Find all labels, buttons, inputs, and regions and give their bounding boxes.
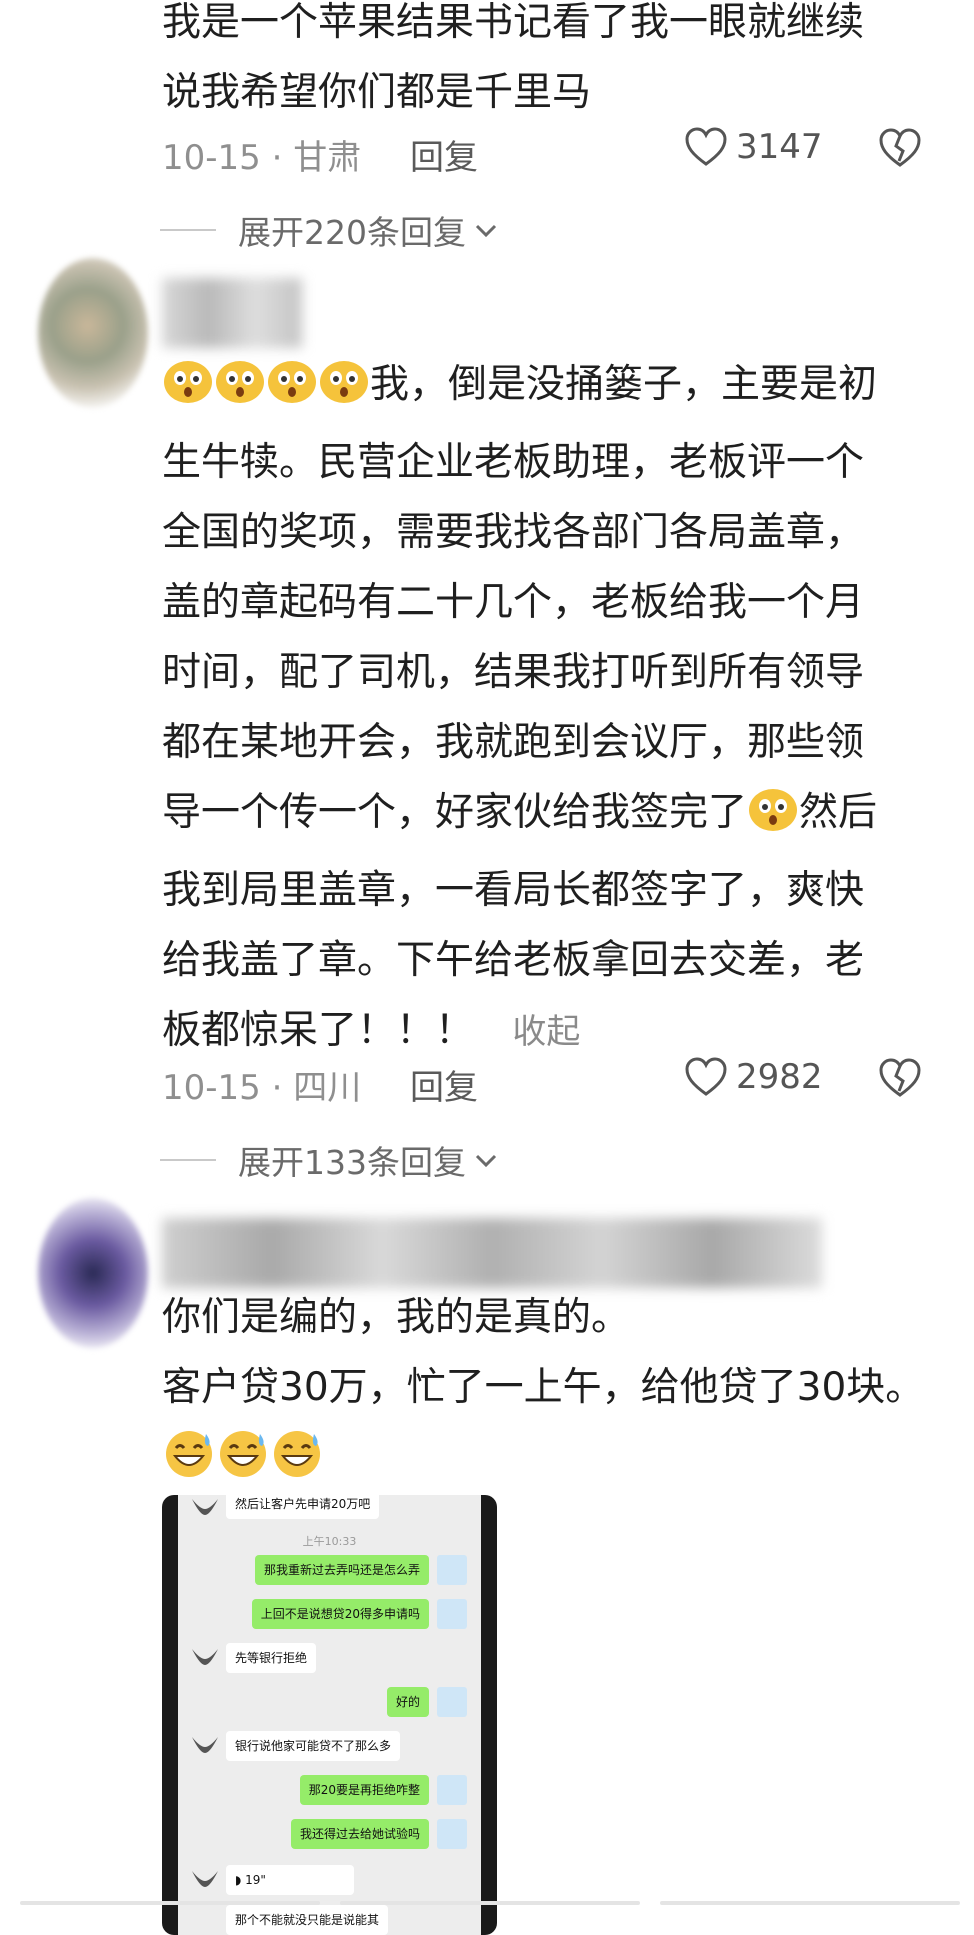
- meta-dot: ·: [271, 138, 283, 178]
- chevron-down-icon: [475, 1154, 497, 1168]
- collapse-button[interactable]: 收起: [512, 1012, 580, 1052]
- heart-outline-icon: [685, 127, 727, 166]
- divider: [160, 229, 216, 231]
- comment-2-expand-replies[interactable]: 展开133条回复: [160, 1136, 500, 1184]
- broken-heart-icon: [879, 1058, 921, 1097]
- comment-2-line-3: 全国的奖项，需要我找各部门各局盖章，: [162, 510, 865, 555]
- meta-dot: ·: [271, 1068, 283, 1108]
- comment-2-expand-label: 展开133条回复: [238, 1143, 466, 1182]
- user-avatar: [437, 1819, 467, 1849]
- chat-message-sent: 上回不是说想贷20得多申请吗: [251, 1599, 429, 1629]
- chat-message-received: 银行说他家可能贷不了那么多: [226, 1731, 401, 1761]
- comment-1-meta: 10-15 · 甘肃: [162, 130, 361, 179]
- voice-icon: ◗: [235, 1873, 246, 1887]
- contact-avatar: [190, 1869, 220, 1891]
- comment-3-emoji-row: [162, 1423, 952, 1501]
- chat-message-sent: 那20要是再拒绝咋整: [299, 1775, 429, 1805]
- comment-1-expand-label: 展开220条回复: [238, 213, 466, 252]
- comment-2-line-10: 板都惊呆了！！！ 收起: [162, 996, 952, 1067]
- chat-message-sent: 好的: [386, 1687, 429, 1717]
- heart-outline-icon: [685, 1057, 727, 1096]
- shocked-face-emoji: [266, 358, 318, 428]
- shocked-face-emoji: [318, 358, 370, 428]
- username-blurred[interactable]: [162, 278, 302, 348]
- comment-2-line-4: 盖的章起码有二十几个，老板给我一个月: [162, 580, 865, 625]
- comment-2-line-7: 导一个传一个，好家伙给我签完了 然后: [162, 778, 952, 856]
- comment-1-text: 我是一个苹果结果书记看了我一眼就继续 说我希望你们都是千里马: [162, 0, 952, 128]
- comment-2-date: 10-15: [162, 1068, 261, 1108]
- chat-bottom-message: 那个不能就没只能是说能其: [226, 1905, 389, 1935]
- comment-1-like-count: 3147: [736, 127, 823, 167]
- contact-avatar: [190, 1735, 220, 1757]
- contact-avatar: [190, 1497, 220, 1519]
- comment-2-like-button[interactable]: 2982: [684, 1057, 823, 1097]
- comment-2-line-2: 生牛犊。民营企业老板助理，老板评一个: [162, 440, 865, 485]
- comment-2-text: 我，倒是没捅篓子，主要是初 生牛犊。民营企业老板助理，老板评一个 全国的奖项，需…: [162, 350, 952, 1067]
- comment-1-reply-button[interactable]: 回复: [410, 130, 478, 179]
- comment-2-dislike-button[interactable]: [878, 1058, 922, 1102]
- divider: [160, 1159, 216, 1161]
- user-avatar: [437, 1775, 467, 1805]
- comment-2-line-9: 给我盖了章。下午给老板拿回去交差，老: [162, 938, 865, 983]
- sweat-smile-emoji: [162, 1428, 216, 1501]
- user-avatar: [437, 1555, 467, 1585]
- chevron-down-icon: [475, 224, 497, 238]
- shocked-face-emoji: [214, 358, 266, 428]
- comment-1-expand-replies[interactable]: 展开220条回复: [160, 206, 500, 254]
- comment-3-line-1: 你们是编的，我的是真的。: [162, 1295, 631, 1340]
- comment-1-location: 甘肃: [293, 138, 362, 178]
- shocked-face-emoji: [747, 786, 799, 856]
- user-avatar: [437, 1687, 467, 1717]
- comment-2-meta: 10-15 · 四川: [162, 1060, 361, 1109]
- sweat-smile-emoji: [270, 1428, 324, 1501]
- chat-message-sent: 那我重新过去弄吗还是怎么弄: [254, 1555, 429, 1585]
- chat-message-sent: 我还得过去给她试验吗: [290, 1819, 429, 1849]
- comment-1-like-button[interactable]: 3147: [684, 127, 823, 167]
- comment-1-date: 10-15: [162, 138, 261, 178]
- chat-timestamp: 上午10:33: [302, 1535, 357, 1548]
- broken-heart-icon: [879, 128, 921, 167]
- comment-3-line-2: 客户贷30万，忙了一上午，给他贷了30块。: [162, 1365, 925, 1410]
- comment-3-text: 你们是编的，我的是真的。 客户贷30万，忙了一上午，给他贷了30块。: [162, 1283, 952, 1501]
- progress-track: [20, 1901, 960, 1905]
- username-blurred[interactable]: [162, 1218, 822, 1288]
- chat-voice-message: ◗ 19": [226, 1865, 354, 1895]
- comment-2-line-6: 都在某地开会，我就跑到会议厅，那些领: [162, 720, 865, 765]
- comment-2-line-10-text: 板都惊呆了！！！: [162, 1008, 475, 1053]
- comment-1-line-1: 我是一个苹果结果书记看了我一眼就继续: [162, 0, 865, 45]
- chat-top-message: 然后让客户先申请20万吧: [226, 1495, 380, 1519]
- comment-1-dislike-button[interactable]: [878, 128, 922, 172]
- chat-message-received: 先等银行拒绝: [226, 1643, 317, 1673]
- contact-avatar: [190, 1647, 220, 1669]
- avatar[interactable]: [38, 258, 148, 408]
- user-avatar: [437, 1599, 467, 1629]
- comment-2-like-count: 2982: [736, 1057, 823, 1097]
- comment-2-line-7-text: 导一个传一个，好家伙给我签完了: [162, 790, 748, 835]
- comment-2-line-7-tail: 然后: [799, 790, 878, 835]
- comment-2-line-1: 我，倒是没捅篓子，主要是初: [162, 350, 952, 428]
- comment-1-line-2: 说我希望你们都是千里马: [162, 70, 592, 115]
- comment-2-line-5: 时间，配了司机，结果我打听到所有领导: [162, 650, 865, 695]
- comment-2-reply-button[interactable]: 回复: [410, 1060, 478, 1109]
- comment-2-line-8: 我到局里盖章，一看局长都签字了，爽快: [162, 868, 865, 913]
- sweat-smile-emoji: [216, 1428, 270, 1501]
- avatar[interactable]: [38, 1198, 148, 1348]
- voice-duration: 19": [245, 1873, 266, 1887]
- comment-2-location: 四川: [293, 1068, 362, 1108]
- chat-screenshot-image[interactable]: 然后让客户先申请20万吧 上午10:33 那我重新过去弄吗还是怎么弄 上回不是说…: [162, 1495, 497, 1935]
- shocked-face-emoji: [162, 358, 214, 428]
- comment-2-line-1-text: 我，倒是没捅篓子，主要是初: [370, 362, 878, 407]
